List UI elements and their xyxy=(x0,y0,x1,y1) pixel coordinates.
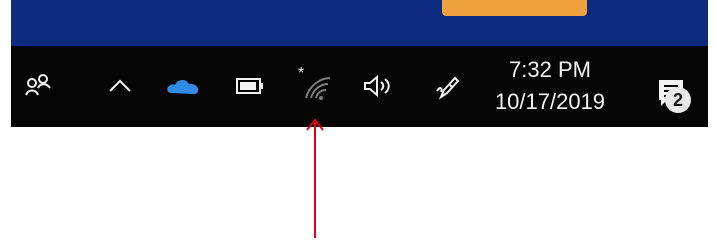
svg-text:*: * xyxy=(298,66,304,82)
show-hidden-icons-button[interactable] xyxy=(105,70,135,102)
chevron-up-icon xyxy=(109,79,131,92)
clock-time: 7:32 PM xyxy=(509,57,591,82)
battery-icon xyxy=(236,78,263,94)
window-background xyxy=(11,0,708,46)
taskbar: * 7:32 PM 10/17/2019 2 xyxy=(11,46,708,127)
action-center-button[interactable]: 2 xyxy=(647,70,695,114)
pen-icon xyxy=(436,76,460,100)
volume-icon xyxy=(364,74,390,98)
clock-button[interactable]: 7:32 PM 10/17/2019 xyxy=(487,52,613,120)
clock-date: 10/17/2019 xyxy=(494,89,606,114)
people-icon xyxy=(25,74,51,96)
screenshot-stage: * 7:32 PM 10/17/2019 2 xyxy=(0,0,715,240)
network-button[interactable]: * xyxy=(296,66,332,104)
onedrive-button[interactable] xyxy=(164,70,202,102)
volume-button[interactable] xyxy=(360,70,394,102)
notification-count-badge: 2 xyxy=(665,87,691,113)
window-action-button[interactable] xyxy=(442,0,587,16)
people-button[interactable] xyxy=(22,70,54,102)
onedrive-cloud-icon xyxy=(167,79,199,94)
pointer-arrow-icon xyxy=(306,118,324,238)
windows-ink-button[interactable] xyxy=(432,70,462,102)
wifi-icon: * xyxy=(298,66,331,100)
battery-button[interactable] xyxy=(233,70,267,102)
